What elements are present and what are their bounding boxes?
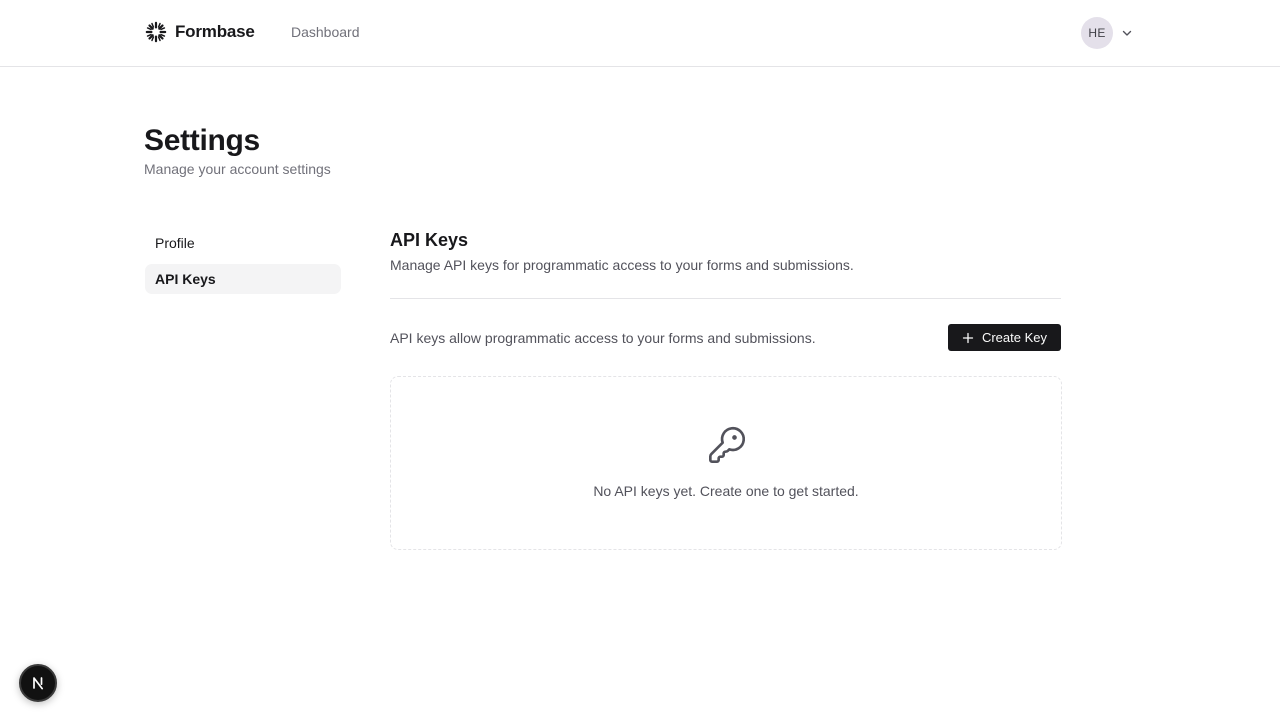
nextjs-logo-icon: [33, 677, 44, 690]
sparkle-burst-icon: [145, 21, 167, 43]
top-navigation-bar: Formbase Dashboard HE: [0, 0, 1280, 67]
user-menu-trigger[interactable]: HE: [1081, 17, 1133, 49]
nav-link-dashboard[interactable]: Dashboard: [291, 24, 360, 40]
sidebar-item-profile[interactable]: Profile: [145, 228, 341, 258]
empty-state-message: No API keys yet. Create one to get start…: [593, 483, 859, 499]
key-icon: [709, 426, 746, 463]
avatar: HE: [1081, 17, 1113, 49]
empty-state-panel: No API keys yet. Create one to get start…: [390, 376, 1062, 550]
create-key-label: Create Key: [981, 330, 1048, 345]
page-subtitle: Manage your account settings: [144, 161, 331, 177]
plus-icon: [962, 332, 974, 343]
nextjs-dev-badge[interactable]: [19, 664, 57, 702]
section-description: Manage API keys for programmatic access …: [390, 257, 854, 273]
brand-name: Formbase: [175, 22, 255, 41]
settings-sidebar: Profile API Keys: [145, 228, 341, 300]
section-divider: [390, 298, 1061, 299]
chevron-down-icon: [1122, 30, 1132, 36]
sidebar-item-api-keys[interactable]: API Keys: [145, 264, 341, 294]
page-title: Settings: [144, 124, 260, 157]
create-key-button[interactable]: Create Key: [948, 324, 1061, 351]
brand-logo-link[interactable]: Formbase: [145, 21, 255, 43]
api-keys-info-text: API keys allow programmatic access to yo…: [390, 330, 816, 346]
section-title: API Keys: [390, 230, 469, 250]
